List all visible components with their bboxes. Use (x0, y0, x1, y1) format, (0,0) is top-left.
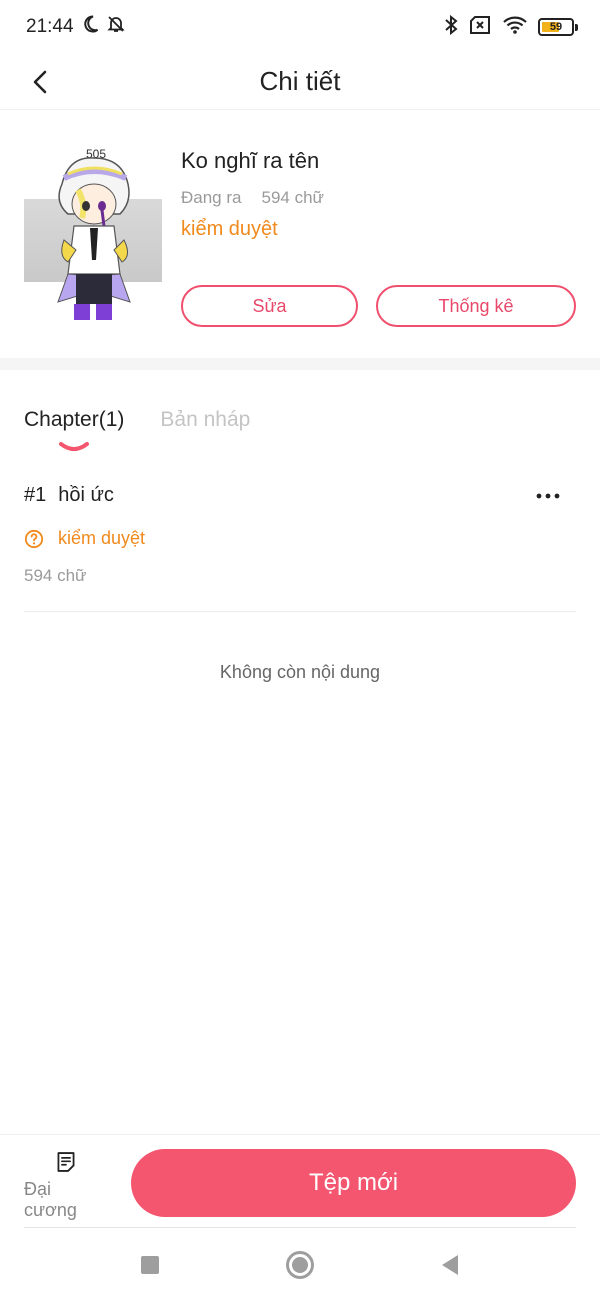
chapter-status-text: kiểm duyệt (58, 528, 146, 548)
tab-chapters[interactable]: Chapter(1) (24, 408, 124, 458)
back-button[interactable] (20, 62, 60, 102)
new-file-button[interactable]: Tệp mới (131, 1149, 576, 1217)
story-review-status: kiểm duyệt (181, 218, 278, 240)
chevron-left-icon (33, 70, 47, 94)
chapter-status: kiểm duyệt (24, 528, 145, 549)
story-title: Ko nghĩ ra tên (181, 148, 320, 173)
more-horizontal-icon (536, 493, 560, 499)
status-time: 21:44 (26, 16, 74, 37)
system-nav-bar (0, 1230, 600, 1300)
end-of-list-text: Không còn nội dung (219, 662, 381, 682)
recent-apps-button[interactable] (132, 1247, 168, 1283)
moon-icon (80, 14, 100, 40)
battery-icon: 59 (538, 18, 578, 36)
tab-drafts-label: Bản nháp (160, 408, 251, 431)
circle-icon (286, 1251, 314, 1279)
square-icon (141, 1256, 159, 1274)
home-button[interactable] (282, 1247, 318, 1283)
wifi-icon (502, 15, 528, 40)
bluetooth-icon (444, 14, 458, 41)
bell-off-icon (106, 14, 126, 40)
question-circle-icon (24, 529, 44, 548)
chapter-item[interactable]: #1 hồi ức kiểm duyệt 594 chữ (24, 480, 576, 612)
outline-button[interactable]: Đại cương (24, 1151, 108, 1221)
chapter-title: hồi ức (58, 484, 114, 506)
bottom-divider (24, 1227, 576, 1228)
story-state: Đang ra (181, 188, 242, 207)
battery-level: 59 (549, 21, 563, 33)
tab-drafts[interactable]: Bản nháp (160, 408, 250, 458)
stats-button[interactable]: Thống kê (376, 285, 576, 327)
tab-chapters-label: Chapter(1) (24, 408, 125, 431)
section-divider (0, 358, 600, 370)
sim-off-icon (468, 15, 492, 40)
bottom-action-bar: Đại cương Tệp mới (0, 1134, 600, 1228)
page-title: Chi tiết (259, 66, 341, 96)
story-word-count: 594 chữ (261, 188, 324, 207)
character-illustration: 505 (57, 147, 131, 320)
story-detail-screen: 21:44 59 Chi tiết 505 Ko nghĩ ra tên Đan… (0, 0, 600, 1300)
status-bar: 21:44 59 (0, 0, 600, 54)
outline-label: Đại cương (24, 1179, 77, 1220)
back-nav-button[interactable] (432, 1247, 468, 1283)
header: Chi tiết (0, 54, 600, 110)
edit-button[interactable]: Sửa (181, 285, 358, 327)
chapter-title-row: #1 hồi ức (24, 484, 114, 507)
story-meta: Đang ra 594 chữ (181, 188, 324, 208)
tab-active-indicator (59, 442, 89, 451)
story-card: 505 Ko nghĩ ra tên Đang ra 594 chữ kiểm … (24, 144, 576, 328)
chapter-number: #1 (24, 484, 47, 506)
chapter-word-count: 594 chữ (24, 566, 87, 585)
story-cover-image[interactable]: 505 (24, 144, 162, 328)
chapter-more-button[interactable] (534, 484, 562, 508)
document-list-icon (57, 1152, 75, 1172)
triangle-back-icon (442, 1255, 458, 1275)
tab-bar: Chapter(1) Bản nháp (24, 408, 250, 458)
